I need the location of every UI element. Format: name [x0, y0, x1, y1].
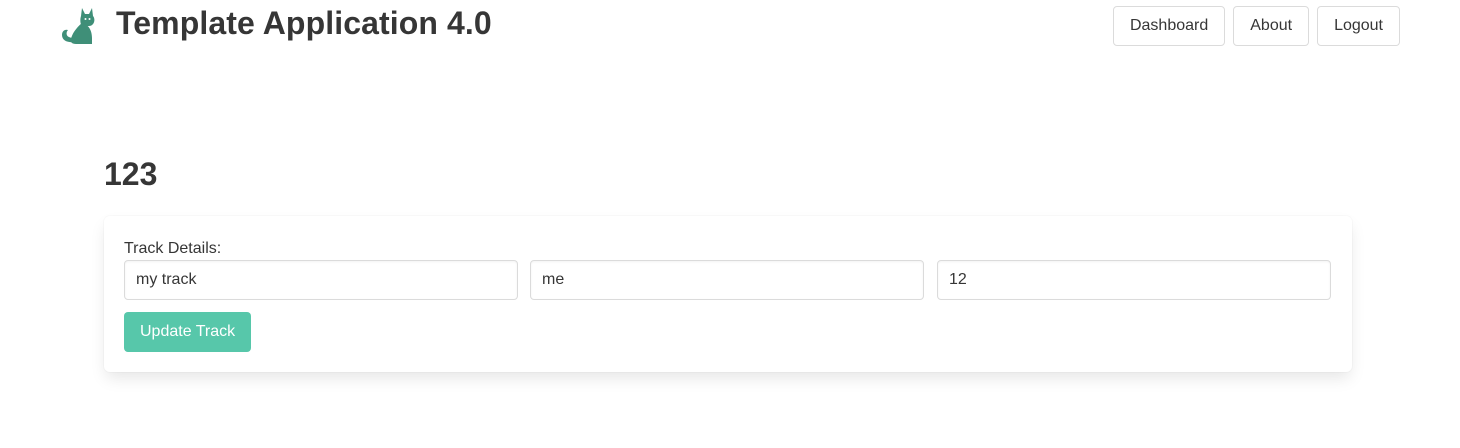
app-title: Template Application 4.0 — [116, 5, 492, 41]
nav-buttons: Dashboard About Logout — [1112, 6, 1400, 46]
navbar: Template Application 4.0 Dashboard About… — [0, 0, 1460, 60]
about-button[interactable]: About — [1233, 6, 1310, 46]
track-name-input[interactable] — [124, 260, 518, 300]
track-artist-input[interactable] — [530, 260, 924, 300]
track-number-input[interactable] — [937, 260, 1331, 300]
track-details-label: Track Details: — [124, 240, 222, 257]
dashboard-button[interactable]: Dashboard — [1112, 6, 1226, 46]
update-track-button[interactable]: Update Track — [124, 312, 252, 352]
logout-button[interactable]: Logout — [1317, 6, 1400, 46]
track-details-card: Track Details: Update Track — [104, 216, 1352, 372]
page-heading: 123 — [104, 156, 158, 192]
cat-icon[interactable] — [58, 6, 98, 46]
